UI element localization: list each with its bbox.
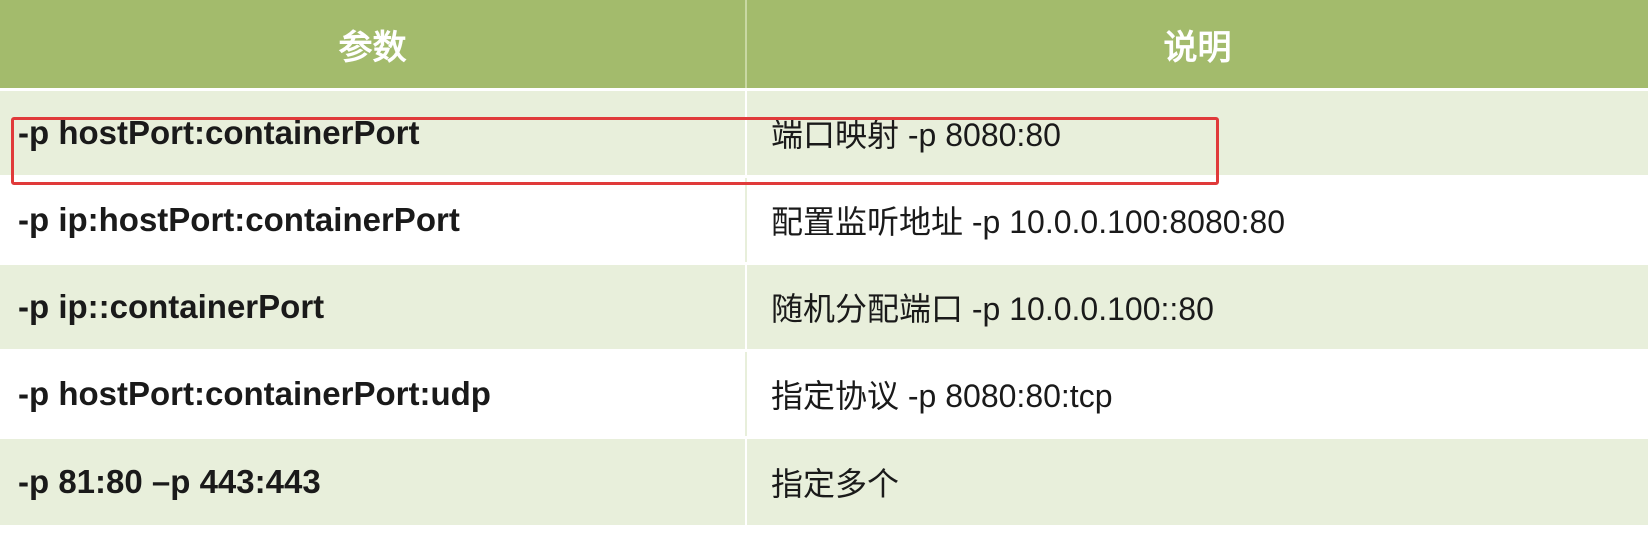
header-param: 参数: [0, 0, 747, 90]
desc-cell: 指定多个: [746, 436, 1648, 525]
param-cell: -p hostPort:containerPort:udp: [0, 349, 747, 438]
desc-cell: 端口映射 -p 8080:80: [746, 88, 1648, 177]
desc-cell: 指定协议 -p 8080:80:tcp: [746, 349, 1648, 438]
desc-cell: 配置监听地址 -p 10.0.0.100:8080:80: [746, 175, 1648, 264]
page: 参数 说明 -p hostPort:containerPort 端口映射 -p …: [0, 0, 1648, 540]
table-row: -p 81:80 –p 443:443 指定多个: [0, 436, 1648, 525]
table-row: -p hostPort:containerPort 端口映射 -p 8080:8…: [0, 88, 1648, 177]
port-mapping-table: 参数 说明 -p hostPort:containerPort 端口映射 -p …: [0, 0, 1648, 525]
table-body: -p hostPort:containerPort 端口映射 -p 8080:8…: [0, 88, 1648, 525]
table-row: -p ip:hostPort:containerPort 配置监听地址 -p 1…: [0, 175, 1648, 264]
header-row: 参数 说明: [0, 0, 1648, 90]
param-cell: -p ip:hostPort:containerPort: [0, 175, 747, 264]
table-row: -p ip::containerPort 随机分配端口 -p 10.0.0.10…: [0, 262, 1648, 351]
header-desc: 说明: [746, 0, 1648, 90]
table-row: -p hostPort:containerPort:udp 指定协议 -p 80…: [0, 349, 1648, 438]
param-cell: -p ip::containerPort: [0, 262, 747, 351]
param-cell: -p hostPort:containerPort: [0, 88, 747, 177]
param-cell: -p 81:80 –p 443:443: [0, 436, 747, 525]
table-header: 参数 说明: [0, 0, 1648, 90]
desc-cell: 随机分配端口 -p 10.0.0.100::80: [746, 262, 1648, 351]
